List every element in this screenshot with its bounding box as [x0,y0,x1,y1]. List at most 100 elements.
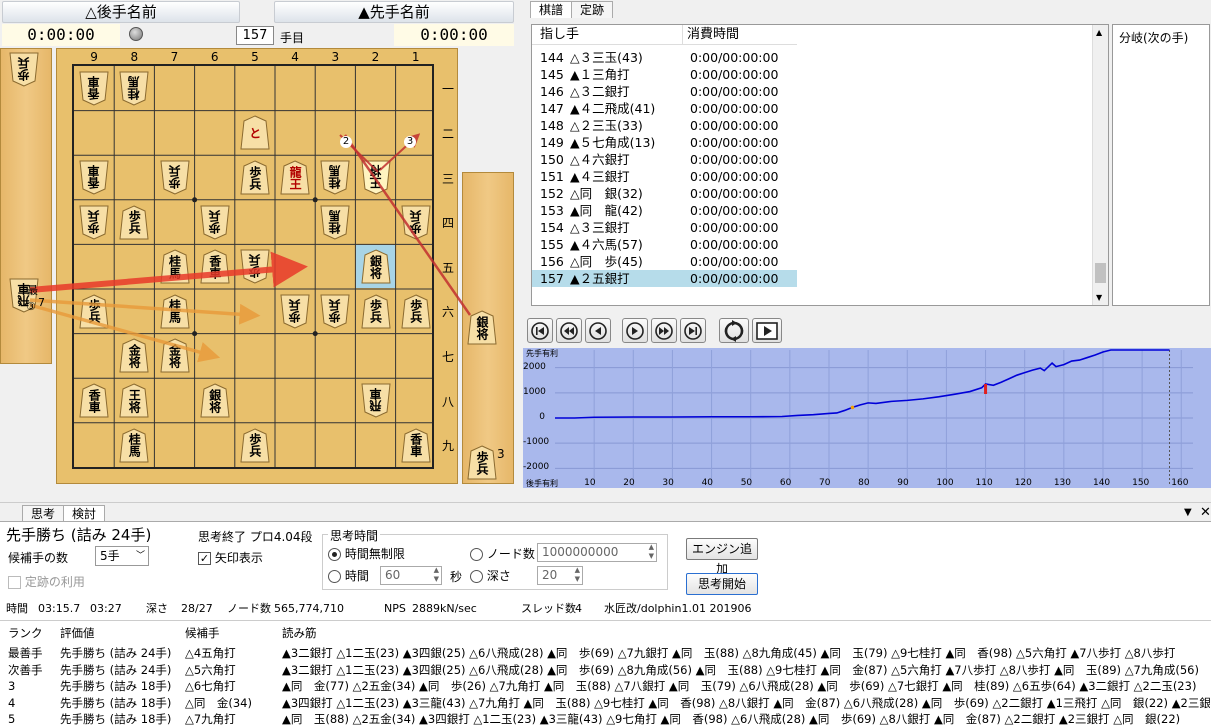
shogi-piece[interactable]: 金将 [119,338,149,373]
scroll-up-icon[interactable]: ▲ [1096,28,1102,37]
tab-thinking[interactable]: 思考 [22,505,65,522]
branch-list[interactable]: 分岐(次の手) [1112,24,1210,306]
candidates-select[interactable]: 5手 ﹀ [95,546,149,566]
kifu-row[interactable]: 146 △３二銀打 0:00/00:00:00 [532,83,797,100]
kifu-move-number: 152 [540,186,564,201]
graph-x-tick: 130 [1053,478,1072,488]
last-move-button[interactable] [680,318,706,343]
first-move-button[interactable] [527,318,553,343]
kifu-row[interactable]: 157 ▲２五銀打 0:00/00:00:00 [532,270,797,287]
gote-hand-piece[interactable]: 歩兵 [9,52,39,87]
start-think-button[interactable]: 思考開始 [686,573,758,595]
shogi-piece[interactable]: 桂馬 [119,71,149,106]
pv-list[interactable]: ランク 評価値 候補手 読み筋 最善手 先手勝ち (詰み 24手) △4五角打 ▲3二銀打 △… [0,620,1211,725]
sente-hand-piece[interactable]: 歩兵 [467,445,497,480]
shogi-piece[interactable]: 桂馬 [159,249,190,284]
shogi-piece[interactable]: 香車 [401,428,431,463]
kifu-row[interactable]: 154 △３三銀打 0:00/00:00:00 [532,219,797,236]
pv-line: ▲3四銀打 △1二玉(23) ▲3三龍(43) △7九角打 ▲同 玉(88) △… [282,695,1210,710]
kifu-row[interactable]: 148 △２三玉(33) 0:00/00:00:00 [532,117,797,134]
tab-analysis[interactable]: 検討 [63,505,106,522]
scroll-down-icon[interactable]: ▼ [1096,293,1102,302]
piece-label: と [247,126,262,139]
shogi-piece[interactable]: 歩兵 [79,205,109,240]
kifu-row[interactable]: 147 ▲４二飛成(41) 0:00/00:00:00 [532,100,797,117]
dropdown-arrow-icon[interactable]: ▼ [1184,507,1192,518]
stats-time1: 03:15.7 [38,602,81,615]
pv-rank: 5 [8,712,16,725]
kifu-scroll-thumb[interactable] [1095,263,1106,283]
forward-1-button[interactable] [622,318,648,343]
sente-hand-piece[interactable]: 銀将 [467,310,497,345]
shogi-piece[interactable]: 桂馬 [320,160,350,195]
shogi-piece[interactable]: 香車 [79,160,109,195]
shogi-piece[interactable]: 桂馬 [159,294,190,329]
forward-10-button[interactable] [651,318,677,343]
shogi-piece[interactable]: 歩兵 [401,205,431,240]
tab-joseki[interactable]: 定跡 [571,1,614,18]
shogi-piece[interactable]: 歩兵 [401,294,431,329]
tab-kifu[interactable]: 棋譜 [530,1,573,18]
move-number-box[interactable]: 157 [236,26,274,45]
shogi-piece[interactable]: 歩兵 [320,294,350,329]
shogi-piece[interactable]: 歩兵 [240,249,270,284]
column-label: 4 [291,50,299,64]
playback-icon[interactable] [752,318,782,343]
gote-komadai[interactable] [0,48,52,364]
shogi-piece[interactable]: 銀将 [360,249,391,284]
shogi-piece[interactable]: 王将 [119,383,149,418]
shogi-piece[interactable]: 銀将 [200,383,230,418]
kifu-move: △同 歩(45) [570,254,643,269]
kifu-row[interactable]: 152 △同 銀(32) 0:00/00:00:00 [532,185,797,202]
back-10-button[interactable] [556,318,582,343]
shogi-piece[interactable]: と [240,115,270,150]
radio-depth[interactable]: 深さ [470,567,511,584]
shogi-piece[interactable]: 桂馬 [119,428,149,463]
eval-graph[interactable]: 先手有利 後手有利 2000 1000 0 -1000 -2000 10 20 30 40 50… [523,348,1211,488]
radio-nodes[interactable]: ノード数 [470,545,535,562]
shogi-piece[interactable]: 香車 [79,71,109,106]
shogi-piece[interactable]: 飛車 [360,383,391,418]
pv-header: 読み筋 [282,626,317,640]
radio-time[interactable]: 時間 [328,567,369,584]
depth-input[interactable]: 20 ▲ ▼ [537,566,583,585]
shogi-piece[interactable]: 歩兵 [240,160,270,195]
back-1-button[interactable] [585,318,611,343]
kifu-row[interactable]: 153 ▲同 龍(42) 0:00/00:00:00 [532,202,797,219]
kifu-row[interactable]: 156 △同 歩(45) 0:00/00:00:00 [532,253,797,270]
shogi-piece[interactable]: 香車 [200,249,230,284]
close-icon[interactable]: ✕ [1200,505,1211,520]
shogi-piece[interactable]: 桂馬 [320,205,350,240]
sente-clock: 0:00:00 [394,24,514,46]
kifu-list[interactable]: 指し手 消費時間 144 △３三玉(43) 0:00/00:00:00 145 ▲１三角… [531,24,1109,306]
kifu-scrollbar[interactable]: ▲ ▼ [1092,25,1108,305]
radio-unlimited[interactable]: 時間無制限 [328,545,405,562]
shogi-piece[interactable]: 歩兵 [280,294,310,329]
shogi-piece[interactable]: 金将 [159,338,190,373]
piece-label: 銀将 [368,254,383,279]
nodes-input[interactable]: 1000000000 ▲ ▼ [537,543,657,562]
shogi-piece[interactable]: 歩兵 [360,294,391,329]
flip-board-icon[interactable] [719,318,749,343]
shogi-piece[interactable]: 歩兵 [79,294,109,329]
shogi-piece[interactable]: 香車 [79,383,109,418]
kifu-rows: 144 △３三玉(43) 0:00/00:00:00 145 ▲１三角打 0:00/00:… [532,49,797,287]
shogi-piece[interactable]: 龍王 [280,160,310,195]
shogi-piece[interactable]: 王将 [360,160,391,195]
graph-x-tick: 150 [1132,478,1150,488]
kifu-row[interactable]: 149 ▲５七角成(13) 0:00/00:00:00 [532,134,797,151]
shogi-piece[interactable]: 歩兵 [200,205,230,240]
arrow-checkbox[interactable]: ✓ 矢印表示 [198,549,263,566]
kifu-row[interactable]: 145 ▲１三角打 0:00/00:00:00 [532,66,797,83]
kifu-row[interactable]: 150 △４六銀打 0:00/00:00:00 [532,151,797,168]
add-engine-button[interactable]: エンジン追加 [686,538,758,576]
time-input[interactable]: 60 ▲ ▼ [380,566,442,585]
graph-x-tick: 50 [740,478,753,488]
shogi-piece[interactable]: 歩兵 [240,428,270,463]
kifu-row[interactable]: 155 ▲４六馬(57) 0:00/00:00:00 [532,236,797,253]
kifu-row[interactable]: 151 ▲４三銀打 0:00/00:00:00 [532,168,797,185]
joseki-checkbox[interactable]: 定跡の利用 [8,573,85,590]
shogi-piece[interactable]: 歩兵 [159,160,190,195]
shogi-piece[interactable]: 歩兵 [119,205,149,240]
kifu-row[interactable]: 144 △３三玉(43) 0:00/00:00:00 [532,49,797,66]
